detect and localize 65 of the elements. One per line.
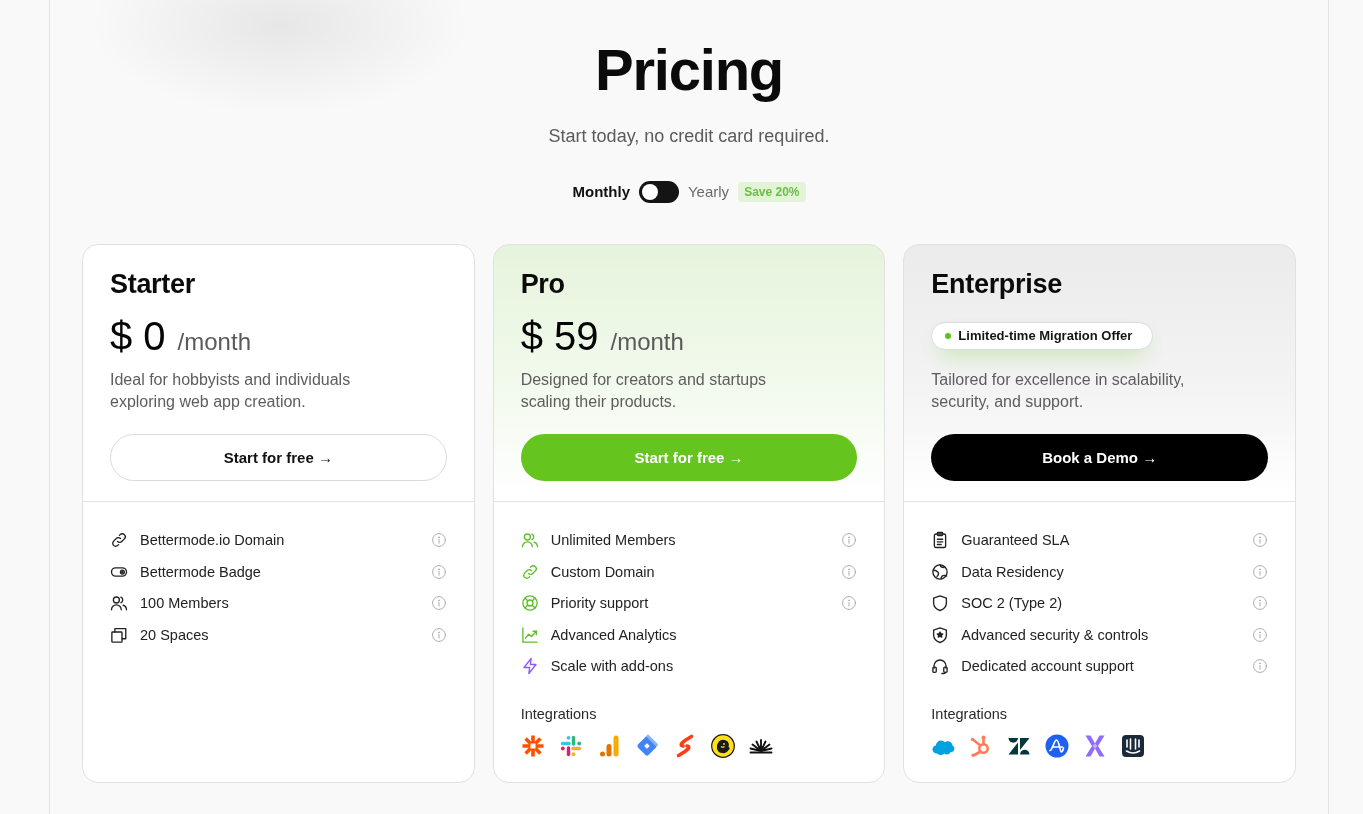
page-title: Pricing xyxy=(594,36,784,104)
feature-label: Guaranteed SLA xyxy=(961,531,1070,550)
plan-title: Pro xyxy=(520,268,565,301)
plan-title: Enterprise xyxy=(931,268,1062,301)
shield-star-icon xyxy=(931,625,950,644)
people-icon xyxy=(110,594,128,612)
info-icon[interactable] xyxy=(842,533,857,547)
feature-label: Bettermode.io Domain xyxy=(140,531,285,550)
price-period: /month xyxy=(177,327,251,357)
billing-label: Yearly xyxy=(688,182,730,202)
feature-label: Dedicated account support xyxy=(961,657,1134,676)
info-icon[interactable] xyxy=(842,596,857,610)
integrations-label: Integrations xyxy=(931,705,1008,724)
plan-title: Starter xyxy=(110,268,195,301)
plan-description: Ideal for hobbyists and individuals exploring web app creation. xyxy=(110,370,352,412)
mascot-logo-icon xyxy=(710,734,735,758)
lifebuoy-icon xyxy=(520,594,539,612)
feature-label: 100 Members xyxy=(140,594,229,613)
discount-badge: Save 20% xyxy=(738,182,806,202)
hash-logo-icon xyxy=(558,734,583,758)
info-icon[interactable] xyxy=(842,564,857,579)
info-icon[interactable] xyxy=(431,596,446,610)
integrations-label: Integrations xyxy=(520,705,597,724)
feature-label: Advanced Analytics xyxy=(550,625,677,645)
feature-label: Priority support xyxy=(550,594,649,613)
plan-price: $ 0 xyxy=(110,313,166,360)
link-icon xyxy=(520,562,539,581)
asterisk-logo-icon xyxy=(520,734,545,758)
info-icon[interactable] xyxy=(431,564,446,579)
feature-label: Bettermode Badge xyxy=(140,562,261,582)
plan-description: Designed for creators and startups scaling their products. xyxy=(520,370,768,412)
feature-label: Advanced security & controls xyxy=(961,625,1149,645)
wave-circle-logo-icon xyxy=(1045,734,1070,758)
stacked-squares-icon xyxy=(110,625,128,644)
shield-icon xyxy=(931,594,950,612)
line-chart-icon xyxy=(520,625,539,644)
cta-button[interactable]: Start for free → xyxy=(110,434,447,481)
info-icon[interactable] xyxy=(431,533,446,547)
info-icon[interactable] xyxy=(1253,627,1267,642)
info-icon[interactable] xyxy=(1253,564,1267,579)
feature-label: SOC 2 (Type 2) xyxy=(961,594,1063,613)
feature-label: Unlimited Members xyxy=(550,531,676,550)
plan-price: $ 59 xyxy=(520,313,599,360)
dot-icon xyxy=(945,333,952,339)
feature-label: 20 Spaces xyxy=(140,625,209,645)
headset-icon xyxy=(931,657,950,675)
info-icon[interactable] xyxy=(1253,533,1267,547)
feature-label: Data Residency xyxy=(961,562,1064,582)
plan-description: Tailored for excellence in scalability, security, and support. xyxy=(931,370,1186,412)
billing-switch[interactable] xyxy=(639,181,679,203)
info-icon[interactable] xyxy=(431,627,446,642)
link-icon xyxy=(110,531,128,549)
price-period: /month xyxy=(610,327,684,357)
billing-label: Monthly xyxy=(572,182,630,202)
people-icon xyxy=(520,531,539,549)
offer-text: Limited-time Migration Offer xyxy=(958,328,1133,344)
feature-label: Scale with add-ons xyxy=(550,657,674,676)
page-subtitle: Start today, no credit card required. xyxy=(548,125,830,148)
tile-logo-icon xyxy=(1121,734,1146,758)
lightning-icon xyxy=(520,657,539,675)
globe-icon xyxy=(931,562,950,581)
cta-button[interactable]: Book a Demo → xyxy=(931,434,1268,481)
info-icon[interactable] xyxy=(1253,596,1267,610)
feature-label: Custom Domain xyxy=(550,562,655,582)
info-icon[interactable] xyxy=(1253,659,1267,673)
